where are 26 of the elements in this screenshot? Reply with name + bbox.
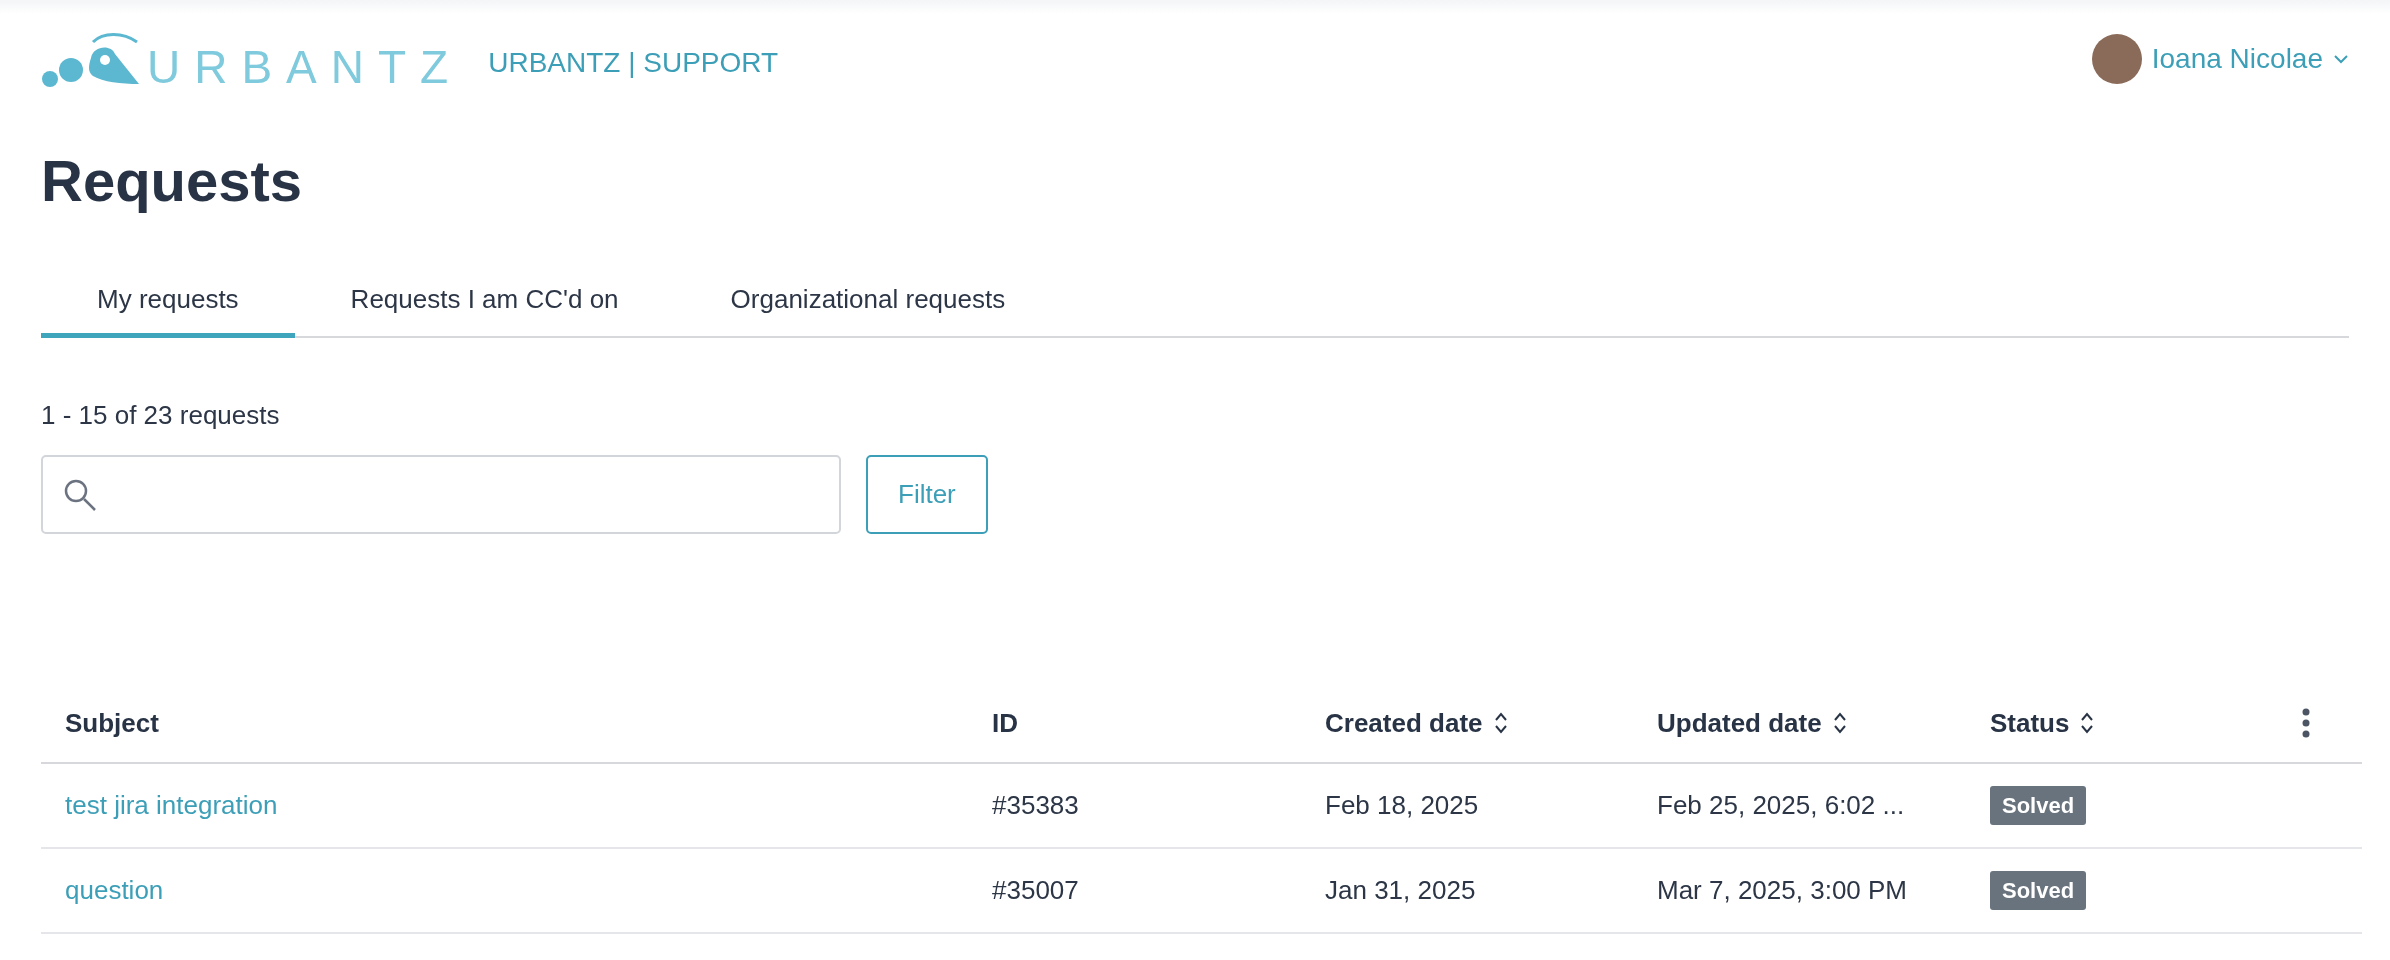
- table-cell: Feb 18, 2025: [1325, 790, 1479, 820]
- search-field[interactable]: [41, 455, 841, 534]
- column-header: Subject: [65, 706, 159, 740]
- column-header[interactable]: Status: [1990, 703, 2070, 743]
- table-cell: Feb 25, 2025, 6:02 ...: [1657, 790, 1905, 820]
- column-header[interactable]: Updated date: [1657, 703, 1822, 743]
- avatar[interactable]: [2091, 34, 2142, 84]
- search-icon: [63, 477, 97, 512]
- chevron-down-icon: [2333, 54, 2349, 64]
- tab[interactable]: Requests I am CC'd on: [294, 266, 675, 338]
- sort-icon[interactable]: [1831, 710, 1848, 736]
- tab[interactable]: Organizational requests: [674, 266, 1062, 338]
- table-cell: Mar 7, 2025, 3:00 PM: [1657, 875, 1908, 905]
- sort-icon[interactable]: [1492, 710, 1509, 736]
- status-badge: Solved: [1990, 786, 2087, 825]
- logo-text: URBANTZ: [147, 44, 463, 90]
- status-badge: Solved: [1990, 871, 2087, 910]
- sort-icon[interactable]: [2079, 710, 2096, 736]
- tab[interactable]: My requests: [41, 266, 295, 338]
- request-count: 1 - 15 of 23 requests: [41, 399, 281, 432]
- column-header: ID: [992, 706, 1018, 740]
- table-cell: #35383: [992, 790, 1079, 820]
- table-cell: Jan 31, 2025: [1325, 875, 1476, 905]
- column-header[interactable]: Created date: [1325, 703, 1483, 743]
- more-options-icon[interactable]: [2302, 708, 2310, 738]
- table-cell: #35007: [992, 875, 1079, 905]
